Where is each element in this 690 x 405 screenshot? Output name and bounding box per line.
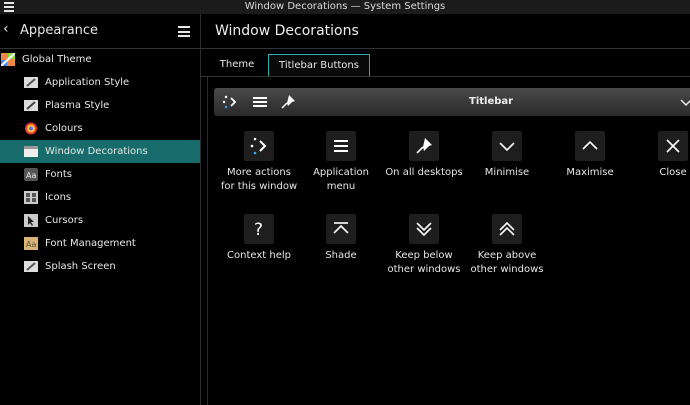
svg-text:Aa: Aa	[26, 171, 36, 180]
sidebar-item-splash-screen[interactable]: Splash Screen	[0, 255, 200, 278]
tab-titlebar-buttons[interactable]: Titlebar Buttons	[268, 54, 370, 77]
sidebar-item-label: Splash Screen	[45, 261, 116, 272]
sidebar-item-global-theme[interactable]: Global Theme	[0, 48, 200, 71]
button-on-all-desktops[interactable]: On all desktops	[384, 131, 464, 180]
sidebar-item-label: Global Theme	[22, 54, 92, 65]
page-title: Window Decorations	[215, 23, 359, 39]
button-label: Shade	[325, 250, 357, 261]
keep-below-icon[interactable]	[409, 214, 439, 244]
button-label: Context help	[227, 250, 291, 261]
button-close[interactable]: Close	[633, 131, 690, 180]
sidebar-item-label: Fonts	[45, 169, 72, 180]
tab-divider	[201, 76, 690, 77]
help-icon[interactable]: ?	[244, 214, 274, 244]
window-menu-icon[interactable]	[4, 2, 14, 14]
plasma-style-icon	[24, 100, 38, 111]
window-decorations-icon	[24, 146, 38, 157]
window-titlebar: Window Decorations — System Settings	[0, 0, 690, 14]
sidebar-item-label: Plasma Style	[45, 100, 110, 111]
keep-above-icon[interactable]	[492, 214, 522, 244]
button-label: On all desktops	[385, 167, 463, 178]
sidebar-item-label: Font Management	[45, 238, 136, 249]
more-actions-icon[interactable]	[244, 131, 274, 161]
sidebar-item-window-decorations[interactable]: Window Decorations	[0, 140, 200, 163]
application-menu-icon[interactable]	[326, 131, 356, 161]
icons-icon	[24, 191, 38, 204]
fonts-icon: Aa	[24, 168, 38, 181]
content-border	[207, 77, 208, 405]
button-label: Minimise	[484, 167, 530, 178]
button-label: More actions for this window	[220, 167, 298, 192]
button-label: Application menu	[313, 167, 369, 192]
button-label: Keep below other windows	[387, 250, 461, 275]
maximise-icon[interactable]	[575, 131, 605, 161]
application-style-icon	[24, 77, 38, 88]
sidebar-item-colours[interactable]: Colours	[0, 117, 200, 140]
button-more-actions[interactable]: More actions for this window	[219, 131, 299, 194]
sidebar-item-font-management[interactable]: Aa Font Management	[0, 232, 200, 255]
titlebar-preview[interactable]: Titlebar	[214, 88, 690, 116]
more-actions-icon[interactable]	[222, 94, 238, 110]
button-application-menu[interactable]: Application menu	[301, 131, 381, 194]
colours-icon	[25, 122, 37, 135]
button-keep-above[interactable]: Keep above other windows	[467, 214, 547, 277]
minimise-icon[interactable]	[492, 131, 522, 161]
cursors-icon	[24, 214, 38, 227]
button-keep-below[interactable]: Keep below other windows	[384, 214, 464, 277]
sidebar-item-cursors[interactable]: Cursors	[0, 209, 200, 232]
button-maximise[interactable]: Maximise	[550, 131, 630, 180]
window-title: Window Decorations — System Settings	[244, 1, 446, 12]
sidebar: ‹ Appearance Global Theme Application St…	[0, 14, 200, 405]
main-panel: Window Decorations Theme Titlebar Button…	[201, 14, 690, 405]
application-menu-icon[interactable]	[252, 94, 268, 110]
sidebar-item-label: Window Decorations	[45, 146, 148, 157]
close-icon[interactable]	[658, 131, 688, 161]
font-management-icon: Aa	[24, 237, 38, 250]
svg-text:Aa: Aa	[26, 240, 36, 249]
svg-text:?: ?	[254, 220, 263, 239]
button-minimise[interactable]: Minimise	[467, 131, 547, 180]
pin-icon[interactable]	[280, 94, 296, 110]
sidebar-header: ‹ Appearance	[0, 14, 200, 49]
sidebar-item-icons[interactable]: Icons	[0, 186, 200, 209]
sidebar-item-label: Colours	[45, 123, 83, 134]
chevron-down-icon[interactable]	[680, 94, 690, 110]
button-label: Maximise	[566, 167, 614, 178]
header-divider	[201, 48, 690, 49]
sidebar-item-fonts[interactable]: Aa Fonts	[0, 163, 200, 186]
splash-screen-icon	[24, 261, 38, 272]
sidebar-item-plasma-style[interactable]: Plasma Style	[0, 94, 200, 117]
sidebar-item-application-style[interactable]: Application Style	[0, 71, 200, 94]
titlebar-preview-label: Titlebar	[469, 96, 514, 107]
pin-icon[interactable]	[409, 131, 439, 161]
global-theme-icon	[1, 53, 15, 66]
button-label: Close	[659, 167, 687, 178]
button-context-help[interactable]: ? Context help	[219, 214, 299, 263]
hamburger-menu-icon[interactable]	[178, 26, 190, 40]
back-arrow-icon[interactable]: ‹	[3, 21, 9, 37]
tab-theme[interactable]: Theme	[209, 54, 265, 76]
shade-icon[interactable]	[326, 214, 356, 244]
sidebar-item-label: Cursors	[45, 215, 84, 226]
sidebar-item-label: Icons	[45, 192, 72, 203]
button-label: Keep above other windows	[470, 250, 544, 275]
sidebar-title: Appearance	[20, 23, 99, 38]
button-shade[interactable]: Shade	[301, 214, 381, 263]
sidebar-item-label: Application Style	[45, 77, 130, 88]
